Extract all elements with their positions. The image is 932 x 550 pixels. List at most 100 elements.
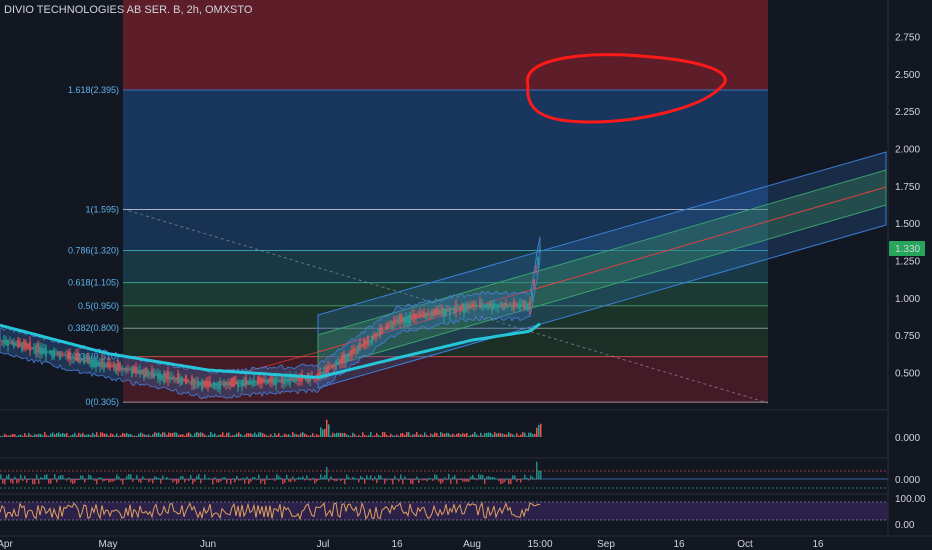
fib-level-label: 1(1.595) (85, 204, 119, 214)
oscillator-bar (246, 476, 248, 480)
oscillator-bar (270, 479, 272, 480)
oscillator-bar (192, 479, 194, 485)
volume-bar (404, 434, 406, 437)
volume-bar (114, 435, 116, 437)
candle-body (55, 352, 57, 354)
candle-body (13, 341, 15, 347)
price-chart[interactable]: 1.618(2.395) 1(1.595) 0.786(1.320) 0.618(1.… (0, 0, 932, 550)
volume-bar (302, 432, 304, 437)
oscillator-bar (448, 474, 450, 480)
volume-bar (136, 435, 138, 437)
candle-body (341, 355, 343, 364)
volume-bar (58, 432, 60, 437)
oscillator-bar (42, 477, 44, 480)
candle-body (209, 381, 211, 387)
volume-bar (482, 435, 484, 437)
candle-body (45, 347, 47, 357)
candle-body (211, 383, 213, 387)
volume-bar (234, 434, 236, 437)
volume-bar (248, 433, 250, 437)
volume-bar (378, 435, 380, 437)
candle-body (391, 321, 393, 329)
volume-bar (44, 432, 46, 437)
volume-bar (398, 435, 400, 437)
oscillator-bar (154, 476, 156, 480)
volume-bar (498, 432, 500, 437)
oscillator-bar (502, 479, 504, 484)
oscillator-bar (382, 478, 384, 480)
candle-body (437, 309, 439, 315)
oscillator-bar (36, 474, 38, 480)
time-axis[interactable]: Apr May Jun Jul 16 Aug 15:00 Sep 16 Oct 16 (0, 539, 824, 550)
oscillator-bar (432, 479, 434, 481)
candle-body (87, 356, 89, 364)
oscillator-bar (10, 479, 12, 483)
volume-bar (2, 435, 4, 437)
oscillator-bar (278, 475, 280, 480)
volume-bar (436, 432, 438, 437)
last-price-badge: 1.330 (889, 241, 925, 256)
candle-body (191, 376, 193, 386)
candle-body (95, 360, 97, 368)
volume-bar (414, 434, 416, 437)
candle-body (343, 352, 345, 363)
candle-body (159, 372, 161, 381)
volume-bar (362, 432, 364, 437)
oscillator-bar (438, 479, 440, 482)
volume-bar (164, 432, 166, 437)
candle-body (99, 361, 101, 367)
volume-bar (460, 434, 462, 437)
oscillator-bar (368, 478, 370, 480)
oscillator-bar (228, 479, 230, 480)
volume-bar (30, 434, 32, 437)
volume-bar (422, 435, 424, 437)
volume-bar (220, 434, 222, 437)
volume-bar (80, 434, 82, 437)
candle-body (395, 320, 397, 323)
volume-bar (120, 435, 122, 437)
volume-bar (52, 432, 54, 437)
candle-body (107, 362, 109, 368)
volume-bar (42, 435, 44, 437)
oscillator-bar (44, 475, 46, 480)
candle-body (73, 356, 75, 359)
candle-body (413, 314, 415, 320)
candle-body (71, 356, 73, 358)
oscillator-bar (388, 478, 390, 480)
oscillator-bar (480, 474, 482, 480)
volume-bar (420, 434, 422, 437)
oscillator-bar (386, 479, 388, 481)
oscillator-bar (456, 479, 458, 484)
oscillator-bar (308, 479, 310, 481)
volume-bar (116, 433, 118, 437)
candle-body (3, 339, 5, 344)
oscillator-bar (390, 479, 392, 481)
volume-bar (150, 435, 152, 437)
volume-bar (122, 432, 124, 437)
oscillator-bar (504, 479, 506, 482)
oscillator-bar (466, 479, 468, 482)
price-axis[interactable]: 2.750 2.500 2.250 2.000 1.750 1.500 1.250 1.000… (895, 33, 920, 380)
volume-bar (90, 434, 92, 437)
oscillator-bar (520, 479, 522, 483)
oscillator-bar (2, 479, 4, 484)
oscillator-bar (348, 477, 350, 480)
oscillator-bar (188, 479, 190, 481)
volume-bar (250, 433, 252, 437)
oscillator-bar (86, 479, 88, 480)
volume-bar (112, 434, 114, 437)
oscillator-bar (422, 479, 424, 481)
volume-bar (254, 432, 256, 437)
volume-bar (46, 435, 48, 437)
candle-body (407, 315, 409, 323)
oscillator-bar (528, 479, 530, 481)
oscillator-bar (410, 479, 412, 484)
oscillator-bar (6, 475, 8, 480)
volume-bar (84, 434, 86, 437)
candle-body (431, 311, 433, 318)
candle-body (37, 343, 39, 353)
volume-bar (0, 435, 2, 437)
candle-body (217, 381, 219, 389)
volume-bar (60, 433, 62, 437)
candle-body (351, 349, 353, 356)
